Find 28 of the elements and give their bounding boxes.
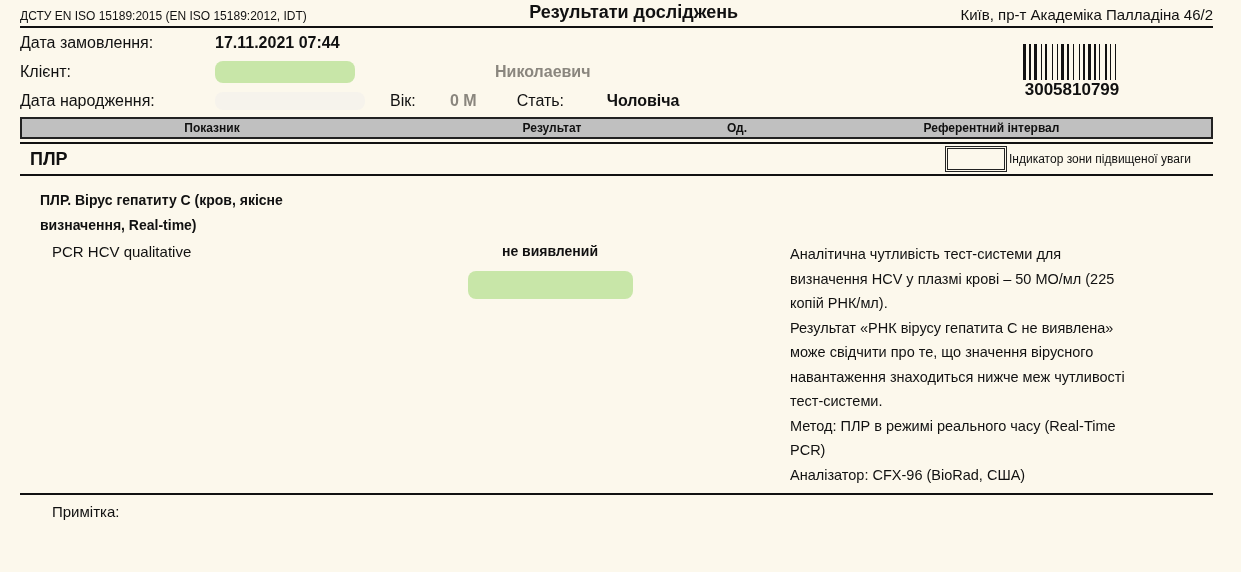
field-label: Стать: xyxy=(516,91,566,110)
client-name: Николаевич xyxy=(495,62,591,81)
document-title: Результати досліджень xyxy=(529,2,739,23)
order-date: 17.11.2021 07:44 xyxy=(215,33,340,52)
test-result: не виявлений xyxy=(501,243,599,259)
reference-text: Результат «РНК вірусу гепатита С не виявлена» може свідчити про те, що значення вірусного навантаження знаходиться нижче меж чутливості тест-системи. xyxy=(790,318,1126,411)
standard-reference: ДСТУ EN ISO 15189:2015 (EN ISO 15189:2012, IDT) xyxy=(20,9,307,23)
lab-address: Київ, пр-т Академіка Палладіна 46/2 xyxy=(960,6,1213,23)
field-label: Дата замовлення: xyxy=(20,33,155,52)
test-name: PCR HCV qualitative xyxy=(51,242,193,262)
reference-text: Аналізатор: CFX-96 (BioRad, США) xyxy=(790,465,1027,485)
field-label: Клієнт: xyxy=(20,62,72,81)
barcode-number: 3005810799 xyxy=(1024,80,1120,100)
indicator-box xyxy=(945,146,1008,172)
field-label: Дата народження: xyxy=(20,91,156,110)
note-label: Примітка: xyxy=(51,502,121,520)
reference-text: Аналітична чутливість тест-системи для визначення HCV у плазмі крові – 50 МО/мл (225 копій РНК/мл). xyxy=(790,245,1116,313)
test-group-title: ПЛР. Вірус гепатиту С (кров, якісне визначення, Real-time) xyxy=(40,191,284,235)
column-header: Од. xyxy=(726,120,748,137)
column-header: Результат xyxy=(521,120,583,137)
field-label: Вік: xyxy=(390,91,417,110)
sex-value: Чоловіча xyxy=(606,91,680,110)
age-value: 0 М xyxy=(450,91,477,110)
section-title: ПЛР xyxy=(30,148,68,170)
legend-text: Індикатор зони підвищеної уваги xyxy=(1009,152,1191,166)
column-header: Референтний інтервал xyxy=(922,120,1061,137)
reference-text: Метод: ПЛР в режимі реального часу (Real-Time PCR) xyxy=(790,416,1117,460)
column-header: Показник xyxy=(183,120,241,137)
